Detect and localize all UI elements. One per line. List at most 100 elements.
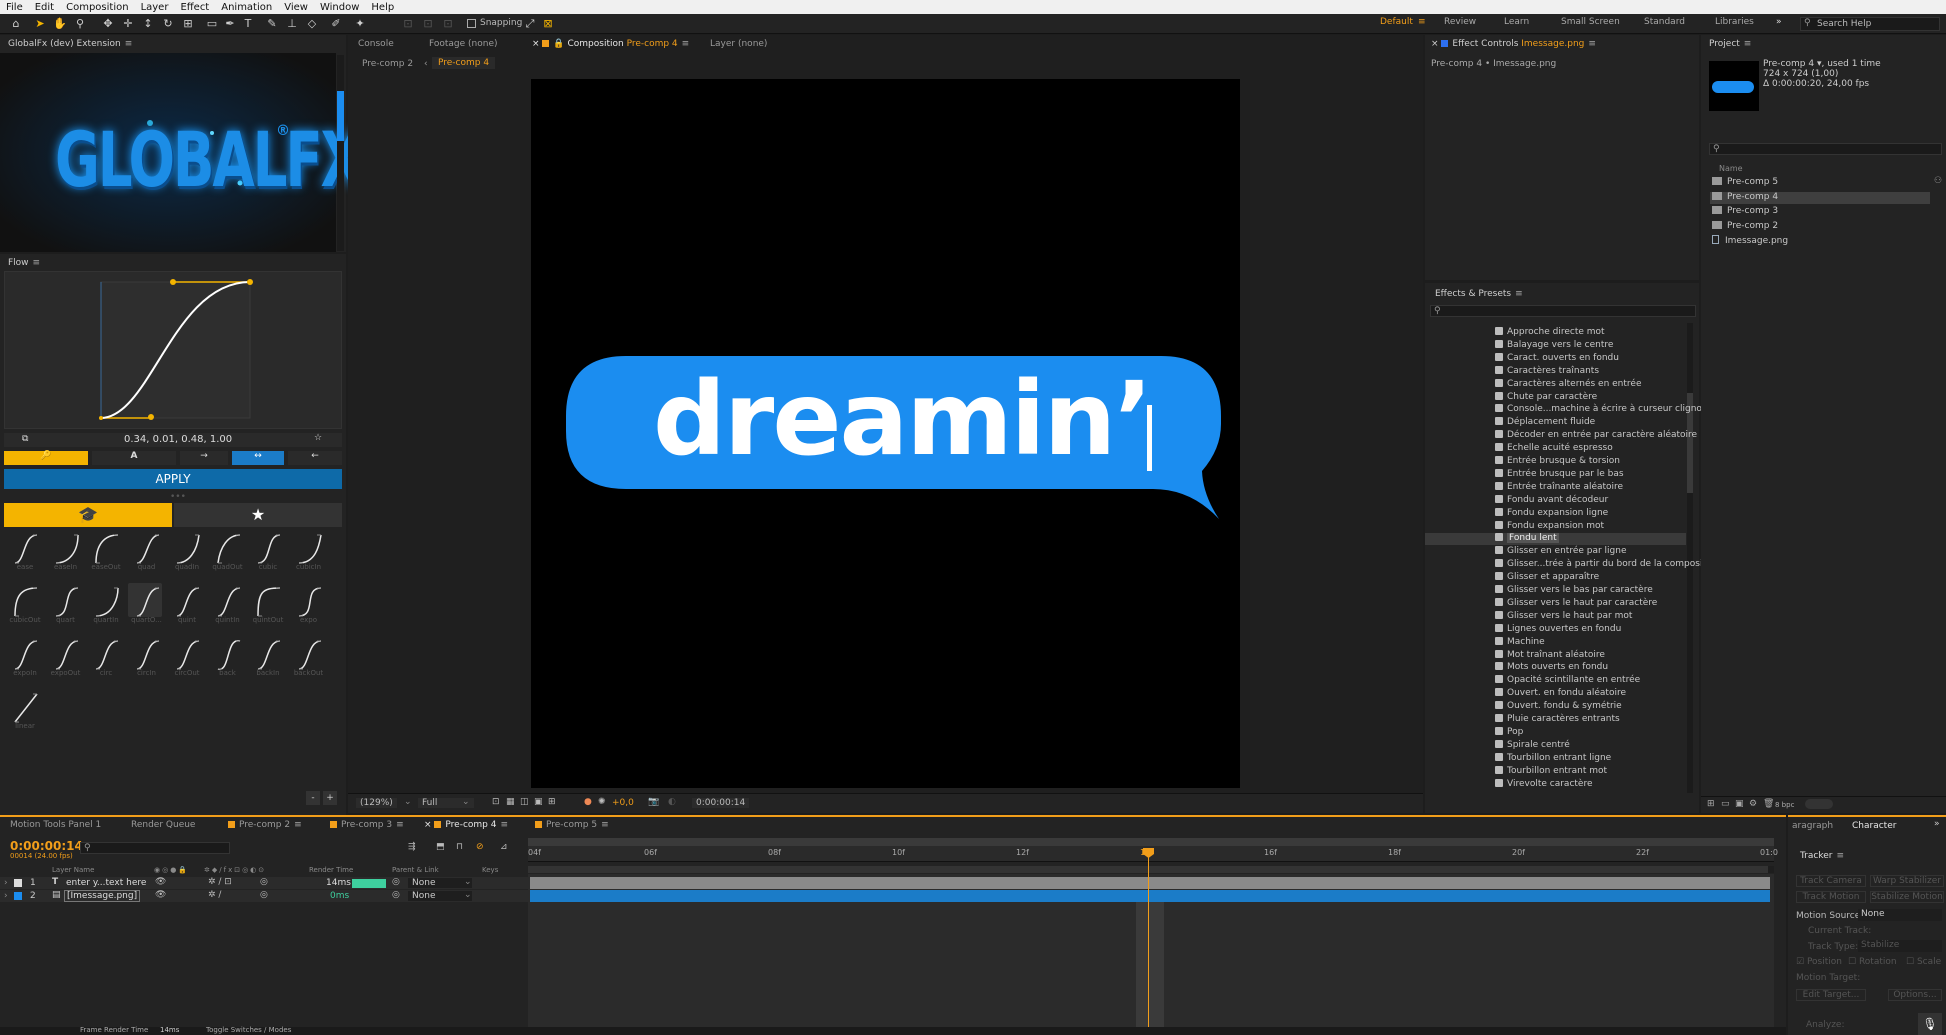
panel-menu-icon[interactable]: ≡ [601, 820, 609, 830]
zoom-navigator[interactable] [528, 866, 1774, 873]
menu-file[interactable]: File [6, 2, 23, 13]
snap-edges-icon[interactable]: ⤢ [522, 16, 538, 32]
snap-features-icon[interactable]: ⊠ [540, 16, 556, 32]
curve-preset-16[interactable]: expo [290, 583, 324, 624]
microphone-icon[interactable]: 🎙 [1918, 1013, 1942, 1035]
list-item[interactable]: Décoder en entrée par caractère aléatoir… [1495, 430, 1697, 442]
show-snapshot-icon[interactable]: ◐ [668, 797, 676, 807]
shape-tool-icon[interactable]: ▭ [204, 16, 220, 32]
tab-footage[interactable]: Footage (none) [429, 39, 498, 49]
menu-effect[interactable]: Effect [180, 2, 209, 13]
collapse-handle[interactable]: ••• [170, 492, 186, 502]
close-icon[interactable]: × [1431, 39, 1441, 49]
home-icon[interactable]: ⌂ [8, 16, 24, 32]
selection-tool-icon[interactable]: ➤ [32, 16, 48, 32]
render-time-header[interactable]: Render Time [309, 866, 353, 874]
layer-switches[interactable]: ✲ / ⊡ [208, 877, 232, 887]
list-item[interactable]: Mots ouverts en fondu [1495, 662, 1608, 674]
motion-source-dropdown[interactable]: None [1858, 909, 1942, 921]
trash-icon[interactable]: 🗑 [1763, 799, 1774, 809]
list-item[interactable]: Caractères traînants [1495, 365, 1599, 378]
favorites-tab[interactable]: ★ [174, 503, 342, 527]
curve-preset-22[interactable]: back [209, 636, 243, 677]
list-item[interactable]: Entrée brusque & torsion [1495, 456, 1620, 468]
panel-menu-icon[interactable]: ≡ [33, 258, 41, 268]
project-tab[interactable]: Project ≡ [1709, 39, 1751, 49]
workspace-libraries[interactable]: Libraries [1715, 17, 1754, 27]
toggle-switches-modes[interactable]: Toggle Switches / Modes [206, 1026, 291, 1034]
work-area-bar[interactable] [528, 838, 1774, 846]
list-item[interactable]: Fondu lent [1425, 533, 1686, 546]
list-item[interactable]: Pre-comp 4 [1710, 191, 1930, 204]
workspace-learn[interactable]: Learn [1504, 17, 1529, 27]
list-item[interactable]: Pop [1495, 726, 1523, 739]
copy-icon[interactable]: ⧉ [22, 434, 28, 444]
list-item[interactable]: Pre-comp 2 [1712, 220, 1932, 233]
curve-preset-24[interactable]: backOut [290, 636, 324, 677]
tab-paragraph[interactable]: aragraph [1792, 821, 1833, 831]
list-item[interactable]: Fondu expansion mot [1495, 520, 1604, 533]
more-panels-icon[interactable]: » [1934, 819, 1940, 829]
breadcrumb-pre-comp-2[interactable]: Pre-comp 2 [362, 59, 413, 69]
list-item[interactable]: Spirale centré [1495, 739, 1570, 752]
flow-both-direction-button[interactable]: ↔ [232, 451, 284, 465]
flow-curve-editor[interactable] [4, 271, 342, 429]
globalfx-scrollbar[interactable] [337, 55, 344, 251]
orbit-tool-icon[interactable]: ✥ [100, 16, 116, 32]
list-item[interactable]: Approche directe mot [1495, 327, 1605, 339]
effect-controls-tab[interactable]: × Effect Controls Imessage.png ≡ [1431, 39, 1596, 49]
warp-stabilizer-button[interactable]: Warp Stabilizer [1870, 875, 1944, 887]
axis-world-icon[interactable]: ⊡ [420, 16, 436, 32]
list-item[interactable]: Fondu expansion ligne [1495, 507, 1608, 520]
menu-view[interactable]: View [284, 2, 308, 13]
workspace-small-screen[interactable]: Small Screen [1561, 17, 1620, 27]
table-row[interactable]: › 2 ▤ [Imessage.png] 👁 ✲ / ◎ 0ms ◎ None … [0, 890, 528, 902]
motion-blur-icon[interactable]: ◎ [260, 890, 268, 900]
search-help-field[interactable]: ⚲ Search Help [1800, 17, 1940, 31]
pen-tool-icon[interactable]: ✒ [222, 16, 238, 32]
curve-preset-13[interactable]: quint [168, 583, 202, 624]
parent-header[interactable]: Parent & Link [392, 866, 439, 874]
curve-preset-14[interactable]: quintIn [209, 583, 243, 624]
stabilize-motion-button[interactable]: Stabilize Motion [1870, 891, 1944, 903]
list-item[interactable]: Glisser vers le haut par caractère [1495, 597, 1657, 610]
rotate-tool-icon[interactable]: ↻ [160, 16, 176, 32]
layer-name[interactable]: enter y...text here [66, 878, 146, 888]
curve-preset-1[interactable]: ease [6, 530, 40, 571]
pickwhip-icon[interactable]: ◎ [392, 877, 400, 887]
layer-label-color[interactable] [14, 892, 22, 900]
list-item[interactable]: Glisser et apparaître [1495, 572, 1599, 584]
type-tool-icon[interactable]: T [240, 16, 256, 32]
new-comp-icon[interactable]: ▣ [1735, 799, 1744, 809]
eraser-tool-icon[interactable]: ◇ [304, 16, 320, 32]
pan-tool-icon[interactable]: ✛ [120, 16, 136, 32]
snapping-checkbox[interactable] [467, 19, 476, 28]
curve-preset-20[interactable]: circIn [128, 636, 162, 677]
panel-menu-icon[interactable]: ≡ [294, 820, 302, 830]
panel-menu-icon[interactable]: ≡ [1588, 39, 1596, 49]
more-workspaces-icon[interactable]: » [1776, 17, 1782, 27]
list-item[interactable]: Tourbillon entrant ligne [1495, 752, 1611, 765]
list-item[interactable]: Pre-comp 3 [1712, 206, 1932, 218]
curve-preset-12[interactable]: quartO... [127, 583, 162, 624]
list-item[interactable]: Imessage.png [1712, 235, 1932, 247]
menu-edit[interactable]: Edit [35, 2, 54, 13]
curve-preset-3[interactable]: easeOut [87, 530, 121, 571]
list-item[interactable]: Fondu avant décodeur [1495, 494, 1608, 507]
timeline-tab-1[interactable]: Motion Tools Panel 1 [10, 820, 101, 830]
edit-target-button[interactable]: Edit Target... [1796, 989, 1866, 1001]
timeline-tab-4[interactable]: Pre-comp 3 ≡ [330, 820, 404, 830]
curve-preset-8[interactable]: cubicIn [290, 530, 324, 571]
track-camera-button[interactable]: Track Camera [1796, 875, 1866, 887]
effects-search-input[interactable]: ⚲ [1430, 305, 1696, 317]
zoom-tool-icon[interactable]: ⚲ [72, 16, 88, 32]
dolly-tool-icon[interactable]: ↕ [140, 16, 156, 32]
learn-tab[interactable]: 🎓 [4, 503, 172, 527]
menu-composition[interactable]: Composition [66, 2, 128, 13]
curve-preset-23[interactable]: backIn [249, 636, 283, 677]
curve-preset-21[interactable]: circOut [168, 636, 202, 677]
panel-menu-icon[interactable]: ≡ [396, 820, 404, 830]
anchor-tool-icon[interactable]: ⊞ [180, 16, 196, 32]
curve-preset-17[interactable]: expoIn [6, 636, 40, 677]
exposure-icon[interactable]: ✺ [598, 797, 606, 807]
